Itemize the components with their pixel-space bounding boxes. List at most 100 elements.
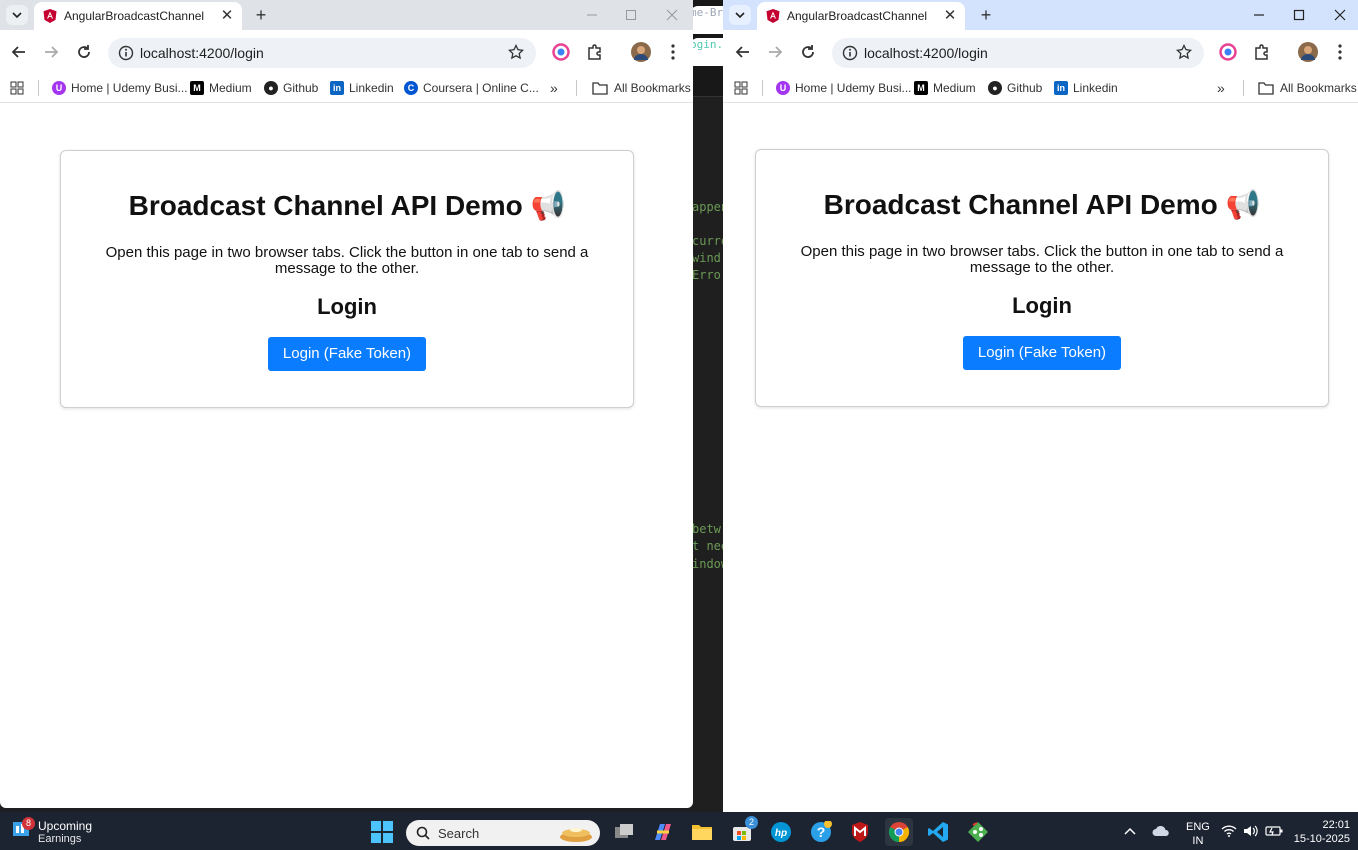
back-button[interactable] <box>732 41 754 63</box>
bookmark-star-icon[interactable] <box>508 44 524 60</box>
menu-button[interactable] <box>1329 41 1351 63</box>
profile-button[interactable] <box>1297 41 1319 63</box>
close-tab-icon[interactable]: ✕ <box>941 7 959 25</box>
apps-button[interactable] <box>10 79 24 97</box>
all-bookmarks-button[interactable]: All Bookmarks <box>1258 79 1357 97</box>
site-info-icon[interactable] <box>118 45 134 61</box>
bookmark-medium[interactable]: M Medium <box>914 79 976 97</box>
address-bar[interactable]: localhost:4200/login <box>832 38 1204 68</box>
all-bookmarks-button[interactable]: All Bookmarks <box>592 79 691 97</box>
editor-tab-label[interactable]: me-Br <box>690 6 726 34</box>
store-button[interactable]: 2 <box>728 816 758 846</box>
show-hidden-icons-button[interactable] <box>1124 812 1136 850</box>
tab-search-button[interactable] <box>6 5 28 25</box>
new-tab-button[interactable]: + <box>250 4 272 26</box>
editor-tab-label[interactable]: ogin.c <box>690 38 726 66</box>
back-button[interactable] <box>8 41 30 63</box>
bookmark-label: Medium <box>209 81 252 95</box>
folder-icon <box>1258 82 1274 95</box>
maximize-button[interactable] <box>617 3 645 27</box>
menu-button[interactable] <box>662 41 684 63</box>
colorful-extension-icon <box>552 43 570 61</box>
extensions-button[interactable] <box>1251 41 1273 63</box>
more-vertical-icon <box>1338 44 1342 60</box>
quick-settings-button[interactable] <box>1221 812 1283 850</box>
browser-toolbar: localhost:4200/login <box>723 30 1358 74</box>
bookmark-github[interactable]: ● Github <box>988 79 1042 97</box>
profile-button[interactable] <box>630 41 652 63</box>
login-button[interactable]: Login (Fake Token) <box>963 336 1121 370</box>
start-button[interactable] <box>368 818 396 846</box>
clock-button[interactable]: 22:01 15-10-2025 <box>1294 818 1350 846</box>
reload-button[interactable] <box>797 41 819 63</box>
git-tool-button[interactable] <box>964 818 992 846</box>
bookmark-star-icon[interactable] <box>1176 44 1192 60</box>
onedrive-button[interactable] <box>1152 812 1170 850</box>
login-button[interactable]: Login (Fake Token) <box>268 337 426 371</box>
forward-button[interactable] <box>764 41 786 63</box>
more-bookmarks-button[interactable]: » <box>1217 79 1225 97</box>
browser-tab[interactable]: AngularBroadcastChannel ✕ <box>757 2 965 30</box>
file-explorer-button[interactable] <box>688 818 716 846</box>
close-window-button[interactable] <box>1326 3 1354 27</box>
arrow-right-icon <box>769 46 783 58</box>
bookmark-udemy[interactable]: U Home | Udemy Busi... <box>52 79 187 97</box>
svg-text:?: ? <box>817 824 826 840</box>
reload-icon <box>802 45 814 58</box>
all-bookmarks-label: All Bookmarks <box>1280 81 1357 95</box>
close-window-button[interactable] <box>658 3 686 27</box>
divider <box>38 80 39 96</box>
avatar-icon <box>631 42 651 62</box>
bookmark-medium[interactable]: M Medium <box>190 79 252 97</box>
input-language-button[interactable]: ENG IN <box>1186 820 1210 848</box>
minimize-icon <box>1254 14 1264 16</box>
tab-search-button[interactable] <box>729 5 751 25</box>
bookmark-label: Medium <box>933 81 976 95</box>
forward-button[interactable] <box>40 41 62 63</box>
apps-grid-icon <box>10 81 24 95</box>
widgets-button[interactable]: 8 Upcoming Earnings <box>10 817 92 845</box>
minimize-button[interactable] <box>1245 3 1273 27</box>
search-label: Search <box>438 826 480 841</box>
bookmark-linkedin[interactable]: in Linkedin <box>330 79 394 97</box>
bookmark-github[interactable]: ● Github <box>264 79 318 97</box>
task-view-button[interactable] <box>610 818 638 846</box>
bookmark-label: Home | Udemy Busi... <box>71 81 188 95</box>
new-tab-button[interactable]: + <box>975 4 997 26</box>
pancake-icon <box>560 828 592 842</box>
maximize-icon <box>626 10 636 20</box>
hp-app-button[interactable]: hp <box>767 818 795 846</box>
site-info-icon[interactable] <box>842 45 858 61</box>
tab-bar: AngularBroadcastChannel ✕ + <box>0 0 693 30</box>
maximize-button[interactable] <box>1285 3 1313 27</box>
minimize-button[interactable] <box>578 3 606 27</box>
coursera-icon: C <box>404 81 418 95</box>
more-bookmarks-button[interactable]: » <box>550 79 558 97</box>
copilot-button[interactable] <box>648 818 676 846</box>
apps-button[interactable] <box>734 79 748 97</box>
taskbar-search[interactable]: Search <box>406 820 600 846</box>
medium-icon: M <box>190 81 204 95</box>
reload-button[interactable] <box>73 41 95 63</box>
shield-icon <box>852 822 868 842</box>
task-view-icon <box>615 824 633 838</box>
help-app-button[interactable]: ? <box>807 818 835 846</box>
bookmark-coursera[interactable]: C Coursera | Online C... <box>404 79 539 97</box>
login-heading: Login <box>317 294 377 319</box>
extensions-button[interactable] <box>584 41 606 63</box>
demo-card: Broadcast Channel API Demo 📢 Open this p… <box>755 149 1329 407</box>
extension-button[interactable] <box>550 41 572 63</box>
vscode-button[interactable] <box>924 818 952 846</box>
widget-title: Upcoming <box>38 819 93 833</box>
bookmark-label: Linkedin <box>1073 81 1118 95</box>
browser-tab[interactable]: AngularBroadcastChannel ✕ <box>34 2 242 30</box>
mcafee-button[interactable] <box>846 818 874 846</box>
bookmark-label: Linkedin <box>349 81 394 95</box>
chrome-button[interactable] <box>885 818 913 846</box>
bookmark-linkedin[interactable]: in Linkedin <box>1054 79 1118 97</box>
close-tab-icon[interactable]: ✕ <box>218 7 236 25</box>
divider <box>576 80 577 96</box>
bookmark-udemy[interactable]: U Home | Udemy Busi... <box>776 79 911 97</box>
address-bar[interactable]: localhost:4200/login <box>108 38 536 68</box>
extension-button[interactable] <box>1217 41 1239 63</box>
